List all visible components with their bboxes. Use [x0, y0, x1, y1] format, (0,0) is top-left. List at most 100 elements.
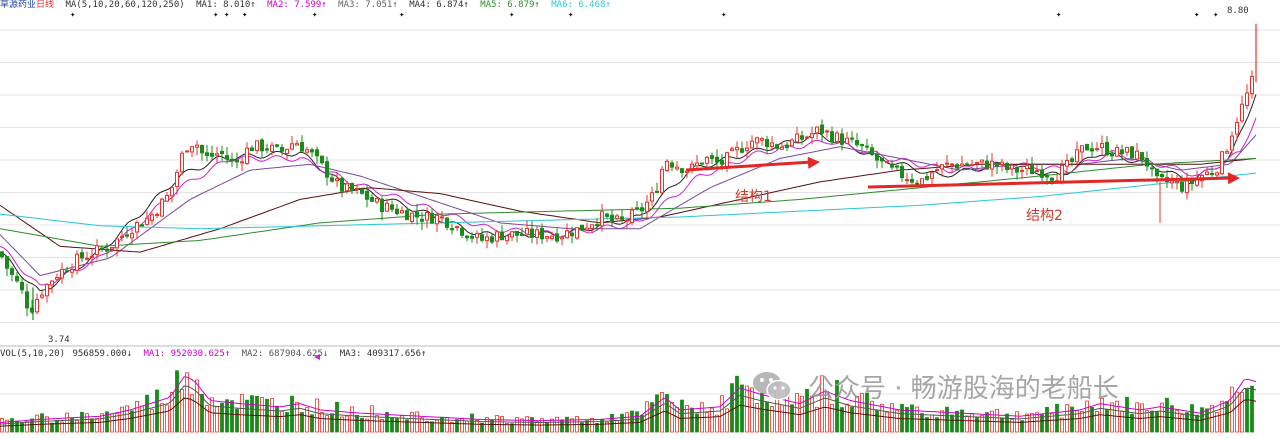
volume-bar [1165, 397, 1169, 433]
candle-body [340, 177, 344, 192]
candle-body [445, 217, 449, 228]
candle-body [160, 198, 164, 217]
volume-bar [130, 410, 134, 433]
volume-bar [495, 415, 499, 433]
candle-body [390, 204, 394, 210]
candle-body [35, 298, 39, 313]
volume-bar [230, 400, 234, 433]
candle-body [1070, 158, 1074, 162]
candle-body [905, 179, 909, 182]
volume-bar [1005, 413, 1009, 433]
wechat-icon [752, 369, 792, 403]
candle-body [540, 227, 544, 240]
volume-bar [305, 407, 309, 433]
vol-params: VOL(5,10,20) [0, 349, 66, 359]
volume-bar [385, 411, 389, 433]
candle-body [960, 163, 964, 167]
candle-body [600, 211, 604, 227]
candle-body [245, 147, 249, 164]
signal-marker: ✦ [1056, 10, 1062, 20]
candle-body [515, 230, 519, 236]
candle-body [1160, 173, 1164, 178]
volume-bar [50, 422, 54, 433]
volume-bar [1055, 403, 1059, 433]
volume-bar [705, 412, 709, 433]
candle-body [380, 198, 384, 213]
candle-body [760, 138, 764, 141]
candle-body [315, 149, 319, 157]
structure1-arrow [685, 160, 813, 172]
volume-bar [1135, 402, 1139, 433]
candle-body [1235, 121, 1239, 135]
volume-bar [245, 399, 249, 433]
candle-body [1210, 173, 1214, 176]
volume-bar [235, 408, 239, 433]
candle-body [320, 155, 324, 164]
volume-bar [35, 414, 39, 433]
candle-body [985, 160, 989, 170]
vol-ma3-value: MA3: 409317.656↑ [339, 349, 427, 359]
volume-bar [645, 401, 649, 433]
candle-body [1215, 172, 1219, 176]
volume-bar [195, 379, 199, 433]
candle-body [790, 139, 794, 147]
candle-body [505, 235, 509, 242]
candle-body [1130, 146, 1134, 159]
candle-body [395, 208, 399, 215]
volume-bar [745, 385, 749, 433]
low-price-label: 3.74 [48, 335, 70, 345]
volume-bar [1210, 404, 1214, 433]
candle-body [895, 165, 899, 168]
candle-body [1245, 92, 1249, 107]
candle-body [330, 177, 334, 182]
candle-body [230, 158, 234, 161]
candle-body [100, 247, 104, 250]
candle-body [480, 234, 484, 241]
candle-body [545, 236, 549, 239]
chart-grid [0, 29, 1280, 395]
volume-bar [55, 420, 59, 433]
volume-bar [850, 406, 854, 433]
candle-body [970, 164, 974, 167]
candle-body [265, 148, 269, 151]
candle-body [60, 268, 64, 279]
volume-bar [875, 409, 879, 433]
volume-bar [145, 394, 149, 433]
candle-body [240, 161, 244, 164]
candle-body [575, 227, 579, 239]
volume-bar [295, 401, 299, 433]
structure1-label: 结构1 [735, 189, 772, 205]
candle-body [595, 224, 599, 227]
volume-bar [635, 411, 639, 433]
candle-body [860, 144, 864, 147]
signal-marker: ✦ [399, 10, 405, 20]
candle-body [995, 162, 999, 167]
candle-body [1040, 169, 1044, 178]
volume-bar [1205, 408, 1209, 433]
candle-body [775, 144, 779, 149]
candle-body [190, 146, 194, 153]
candle-body [410, 212, 414, 223]
candle-body [485, 236, 489, 242]
candle-body [1110, 153, 1114, 157]
volume-bar [290, 395, 294, 433]
signal-marker: ✦ [213, 10, 219, 20]
candle-body [705, 156, 709, 164]
candle-body [490, 236, 494, 243]
volume-bar [615, 420, 619, 433]
candle-body [225, 155, 229, 160]
volume-bar [965, 415, 969, 433]
candle-body [150, 214, 154, 221]
volume-bar [975, 417, 979, 433]
candle-body [1015, 166, 1019, 173]
volume-bar [180, 388, 184, 433]
volume-bar [210, 397, 214, 433]
period-label: 日线 [36, 0, 55, 10]
candle-body [440, 216, 444, 219]
candle-body [335, 178, 339, 182]
candle-body [105, 248, 109, 252]
candle-body [130, 233, 134, 239]
candle-body [475, 233, 479, 238]
volume-bar [255, 395, 259, 433]
candle-body [1105, 141, 1109, 156]
